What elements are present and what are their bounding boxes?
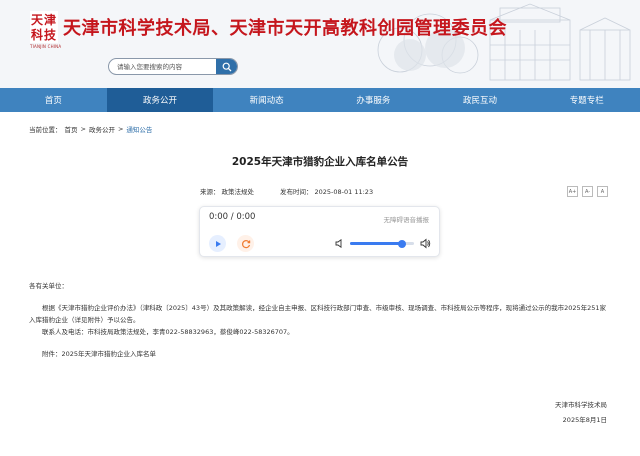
volume-fill: [350, 242, 403, 245]
breadcrumb-home[interactable]: 首页: [65, 124, 78, 134]
attachment-link[interactable]: 附件：2025年天津市猎豹企业入库名单: [29, 348, 611, 360]
date-value: 2025-08-01 11:23: [314, 188, 374, 196]
font-increase-button[interactable]: A+: [567, 186, 578, 197]
site-logo: 天 津 科 技: [30, 11, 58, 43]
volume-slider[interactable]: [350, 239, 414, 248]
main-nav: 首页 政务公开 新闻动态 办事服务 政民互动 专题专栏: [0, 88, 640, 112]
replay-icon: [241, 239, 250, 248]
nav-item-interaction[interactable]: 政民互动: [427, 88, 534, 112]
signature-date: 2025年8月1日: [562, 416, 607, 424]
article-title: 2025年天津市猎豹企业入库名单公告: [231, 156, 409, 168]
svg-text:津: 津: [44, 12, 56, 27]
search-input[interactable]: [109, 59, 219, 74]
breadcrumb-prefix: 当前位置：: [29, 126, 62, 134]
nav-item-home[interactable]: 首页: [0, 88, 107, 112]
article-meta: 来源： 政策法规处 发布时间： 2025-08-01 11:23: [200, 186, 375, 196]
search-icon: [222, 62, 231, 71]
nav-item-government-affairs[interactable]: 政务公开: [106, 88, 214, 112]
svg-text:天: 天: [31, 13, 44, 27]
font-reset-button[interactable]: A: [597, 186, 608, 197]
breadcrumb-separator: >: [117, 125, 124, 133]
breadcrumb-notices[interactable]: 通知公告: [126, 124, 152, 134]
breadcrumb-government-affairs[interactable]: 政务公开: [89, 124, 115, 134]
source-label: 来源：: [200, 188, 220, 196]
replay-button[interactable]: [237, 235, 254, 252]
search-box: [108, 58, 238, 75]
breadcrumb: 当前位置： 首页 > 政务公开 > 通知公告: [29, 124, 152, 134]
nav-item-news[interactable]: 新闻动态: [213, 88, 320, 112]
logo-subtitle: TIANJIN CHINA: [30, 44, 62, 49]
volume-icon[interactable]: [420, 238, 431, 249]
site-title: 天津市科学技术局、天津市天开高教科创园管理委员会: [63, 18, 507, 39]
play-button[interactable]: [209, 235, 226, 252]
article-body: 各有关单位： 根据《天津市猎豹企业评价办法》（津科政〔2025〕43号）及其政策…: [29, 280, 611, 360]
font-decrease-button[interactable]: A-: [582, 186, 593, 197]
audio-player: 0:00 / 0:00 无障碍语音播报: [199, 206, 440, 257]
play-icon: [215, 240, 221, 247]
date-label: 发布时间：: [280, 188, 313, 196]
svg-text:技: 技: [44, 27, 57, 42]
signature: 天津市科学技术局 2025年8月1日: [555, 398, 607, 428]
player-time: 0:00 / 0:00: [209, 212, 256, 222]
salutation: 各有关单位：: [29, 282, 68, 290]
nav-item-topics[interactable]: 专题专栏: [533, 88, 640, 112]
site-header: 天 津 科 技 TIANJIN CHINA 天津市科学技术局、天津市天开高教科创…: [0, 0, 640, 88]
breadcrumb-separator: >: [80, 125, 86, 133]
signature-org: 天津市科学技术局: [555, 401, 607, 409]
nav-item-services[interactable]: 办事服务: [320, 88, 427, 112]
contact-info: 联系人及电话：市科技局政策法规处，李青022-58832963，蔡俊峰022-5…: [42, 328, 294, 336]
svg-text:科: 科: [31, 27, 43, 42]
body-paragraph: 根据《天津市猎豹企业评价办法》（津科政〔2025〕43号）及其政策解读，经企业自…: [29, 304, 607, 324]
source-value: 政策法规处: [221, 188, 255, 196]
search-button[interactable]: [216, 59, 237, 74]
mute-icon[interactable]: [335, 239, 344, 248]
font-size-tools: A+ A- A: [567, 186, 608, 197]
volume-knob[interactable]: [398, 239, 407, 248]
player-label: 无障碍语音播报: [383, 216, 430, 224]
